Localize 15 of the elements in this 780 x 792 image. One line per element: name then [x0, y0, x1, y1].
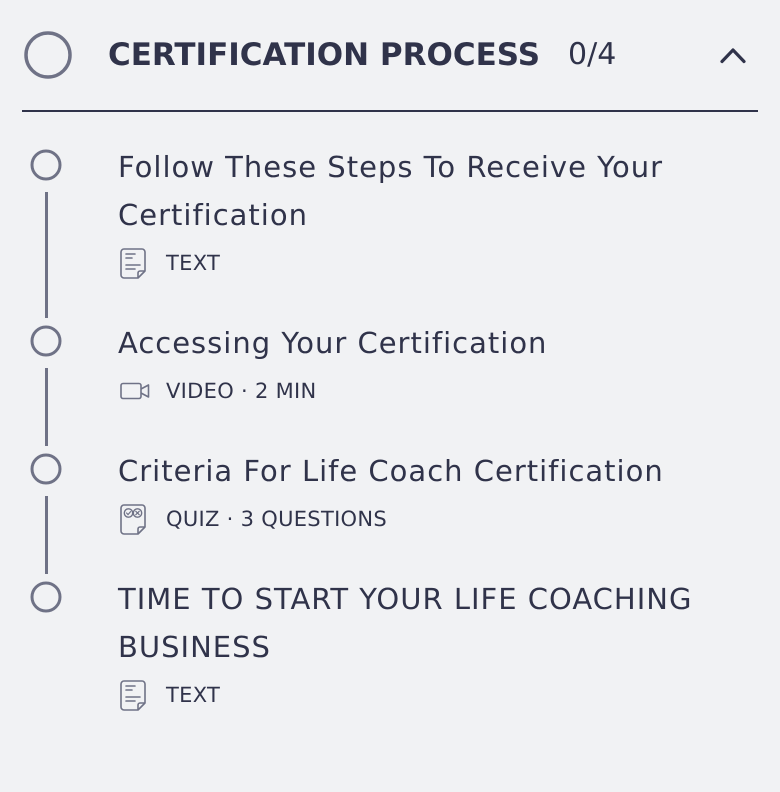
- lesson-type-label: QUIZ · 3 QUESTIONS: [166, 506, 388, 533]
- lesson-title[interactable]: Criteria For Life Coach Certification: [118, 447, 758, 495]
- document-icon: [120, 248, 146, 278]
- section-title: CERTIFICATION PROCESS: [108, 36, 540, 75]
- lesson-type-label: VIDEO · 2 MIN: [166, 378, 317, 405]
- lesson-title[interactable]: Follow These Steps To Receive Your Certification: [118, 143, 758, 239]
- lesson-title[interactable]: TIME TO START YOUR LIFE COACHING BUSINESS: [118, 575, 758, 671]
- quiz-document-icon: [120, 504, 146, 534]
- lesson-title[interactable]: Accessing Your Certification: [118, 319, 758, 367]
- lesson-type-label: TEXT: [166, 250, 220, 277]
- video-camera-icon: [120, 382, 150, 400]
- document-icon: [120, 680, 146, 710]
- lesson-type-label: TEXT: [166, 682, 220, 709]
- chevron-up-icon[interactable]: [720, 46, 746, 64]
- progress-count: 0/4: [568, 36, 616, 74]
